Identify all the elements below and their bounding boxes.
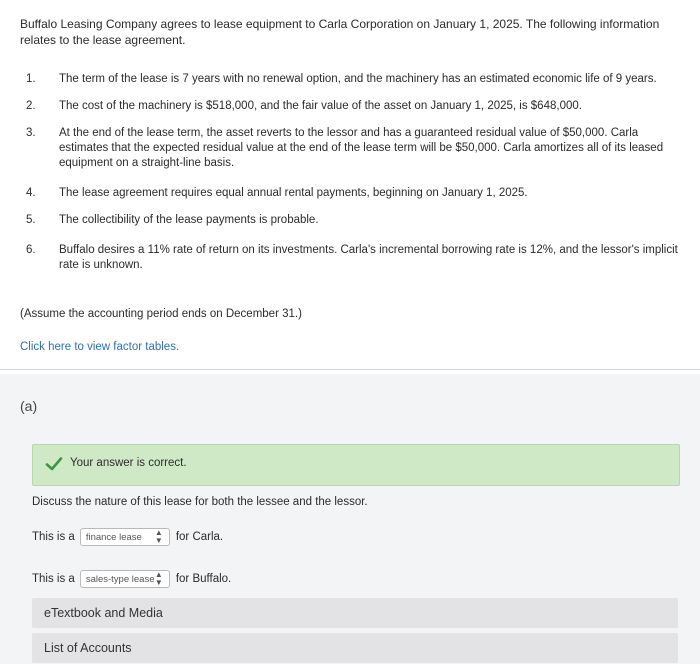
answer-suffix: for Buffalo. bbox=[175, 573, 232, 585]
item-text: The lease agreement requires equal annua… bbox=[59, 187, 528, 199]
list-of-accounts-panel[interactable]: List of Accounts bbox=[32, 633, 678, 663]
item-number: 6. bbox=[26, 244, 36, 256]
divider bbox=[0, 369, 700, 370]
select-arrows-icon: ▲ ▼ bbox=[154, 528, 163, 545]
selected-value: sales-type lease bbox=[85, 573, 155, 585]
checkmark-icon bbox=[45, 457, 63, 471]
selected-value: finance lease bbox=[85, 531, 142, 543]
lessee-answer-line: This is a finance lease ▲ ▼ for Carla. bbox=[32, 528, 223, 546]
question-text: Discuss the nature of this lease for bot… bbox=[32, 496, 368, 508]
lessor-classification-select[interactable]: sales-type lease ▲ ▼ bbox=[79, 570, 170, 588]
lessor-answer-line: This is a sales-type lease ▲ ▼ for Buffal… bbox=[32, 570, 231, 588]
item-number: 4. bbox=[26, 187, 36, 199]
item-text: The collectibility of the lease payments… bbox=[59, 214, 319, 226]
problem-intro: Buffalo Leasing Company agrees to lease … bbox=[20, 17, 660, 47]
panel-label: eTextbook and Media bbox=[44, 606, 163, 620]
answer-prefix: This is a bbox=[32, 573, 75, 585]
etextbook-media-panel[interactable]: eTextbook and Media bbox=[32, 598, 678, 628]
item-text: At the end of the lease term, the asset … bbox=[59, 127, 664, 169]
item-text: The term of the lease is 7 years with no… bbox=[59, 73, 657, 85]
lessee-classification-select[interactable]: finance lease ▲ ▼ bbox=[79, 528, 170, 546]
panel-label: List of Accounts bbox=[44, 641, 132, 655]
part-label: (a) bbox=[20, 398, 38, 414]
success-message: Your answer is correct. bbox=[70, 457, 187, 469]
item-number: 1. bbox=[26, 73, 36, 85]
item-number: 5. bbox=[26, 214, 36, 226]
success-banner: Your answer is correct. bbox=[32, 444, 680, 486]
item-text: Buffalo desires a 11% rate of return on … bbox=[59, 244, 678, 271]
item-number: 2. bbox=[26, 100, 36, 112]
select-arrows-icon: ▲ ▼ bbox=[154, 570, 163, 587]
item-text: The cost of the machinery is $518,000, a… bbox=[59, 100, 582, 112]
answer-prefix: This is a bbox=[32, 531, 75, 543]
assumption-note: (Assume the accounting period ends on De… bbox=[20, 308, 302, 320]
answer-suffix: for Carla. bbox=[175, 531, 224, 543]
factor-tables-link[interactable]: Click here to view factor tables. bbox=[20, 341, 179, 353]
item-number: 3. bbox=[26, 127, 36, 139]
